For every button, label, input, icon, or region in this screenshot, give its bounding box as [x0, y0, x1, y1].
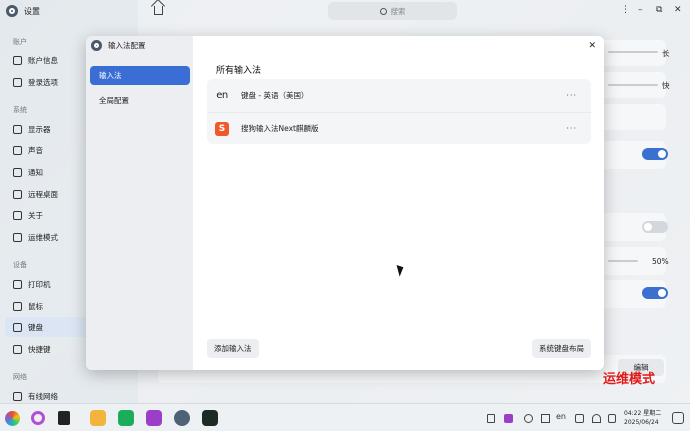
toggle-switch[interactable] — [642, 287, 668, 299]
repeat-delay-slider[interactable] — [608, 51, 658, 53]
sogou-icon: S — [215, 121, 229, 136]
toggle-switch[interactable] — [642, 148, 668, 160]
clipboard-icon[interactable] — [487, 414, 495, 423]
input-method-list: en 键盘 - 英语（美国） ··· S 搜狗输入法Next麒麟版 ··· — [207, 79, 591, 144]
printer-icon — [13, 279, 22, 289]
clock-time: 04:22 星期二 — [624, 410, 662, 417]
list-item-input-method[interactable]: en 键盘 - 英语（美国） ··· — [207, 79, 591, 111]
start-menu-icon[interactable] — [5, 411, 20, 426]
remote-desktop-icon — [13, 189, 22, 199]
toggle-switch[interactable] — [642, 221, 668, 233]
app-store-icon[interactable] — [118, 410, 134, 426]
repeat-rate-slider[interactable] — [608, 84, 658, 86]
sidebar-item-label: 快捷键 — [28, 344, 51, 354]
input-method-label: 搜狗输入法Next麒麟版 — [241, 124, 319, 133]
section-label-system: 系统 — [13, 106, 27, 114]
terminal-icon[interactable] — [202, 410, 218, 426]
app-title: 设置 — [24, 6, 40, 16]
sidebar-item-label: 远程桌面 — [28, 189, 58, 199]
dialog-nav-input-method[interactable]: 输入法 — [90, 66, 190, 85]
monitor-icon — [13, 124, 22, 134]
system-keyboard-layout-button[interactable]: 系统键盘布局 — [532, 339, 591, 358]
mouse-icon — [13, 301, 22, 311]
volume-icon[interactable] — [575, 414, 584, 423]
search-input[interactable]: 搜索 — [328, 2, 457, 20]
dialog-title: 输入法配置 — [91, 40, 146, 51]
minimize-icon[interactable]: – — [638, 5, 643, 15]
taskbar: en 04:22 星期二 2025/06/24 — [0, 403, 690, 431]
section-label-account: 账户 — [13, 38, 27, 46]
status-icon[interactable] — [524, 414, 533, 423]
key-icon — [13, 77, 22, 87]
battery-icon[interactable] — [608, 414, 616, 423]
user-icon — [13, 55, 22, 65]
sidebar-item-label: 通知 — [28, 167, 43, 177]
shortcut-icon — [13, 344, 22, 354]
input-method-label: 键盘 - 英语（美国） — [241, 90, 309, 100]
close-icon[interactable]: ✕ — [674, 5, 682, 15]
dialog-gear-icon — [91, 40, 102, 51]
dialog-nav-global-config[interactable]: 全局配置 — [90, 91, 190, 110]
dialog-title-text: 输入法配置 — [108, 41, 146, 50]
en-keyboard-icon: en — [215, 88, 229, 102]
input-method-config-dialog: 输入法配置 输入法 全局配置 ✕ 所有输入法 en 键盘 - 英语（美国） ··… — [86, 36, 604, 370]
sidebar-item-label: 登录选项 — [28, 77, 58, 87]
menu-icon[interactable]: ⋮ — [621, 5, 630, 15]
ethernet-icon — [13, 391, 22, 401]
sidebar-item-label: 有线网络 — [28, 391, 58, 401]
add-input-method-button[interactable]: 添加输入法 — [207, 339, 259, 358]
speaker-icon — [13, 145, 22, 155]
home-icon[interactable] — [154, 6, 163, 15]
restore-icon[interactable]: ⧉ — [656, 5, 662, 15]
clock-date: 2025/06/24 — [624, 419, 659, 426]
more-options-icon[interactable]: ··· — [566, 124, 577, 133]
dialog-close-icon[interactable]: ✕ — [588, 41, 596, 51]
app-header: 设置 — [6, 5, 40, 17]
clock[interactable]: 04:22 星期二 2025/06/24 — [624, 409, 661, 427]
sidebar-item-label: 显示器 — [28, 124, 51, 134]
bell-icon — [13, 167, 22, 177]
editor-icon[interactable] — [146, 410, 162, 426]
multitask-view-icon[interactable] — [58, 411, 70, 425]
maintenance-mode-watermark: 运维模式 — [603, 372, 656, 387]
info-icon — [13, 210, 22, 220]
network-tray-icon[interactable] — [541, 414, 550, 423]
notification-bell-icon[interactable] — [592, 414, 601, 423]
input-language-indicator[interactable]: en — [556, 412, 566, 421]
size-slider[interactable] — [608, 260, 638, 262]
sidebar-item-label: 打印机 — [28, 279, 51, 289]
slider-right-label: 长 — [662, 49, 670, 58]
list-item-input-method[interactable]: S 搜狗输入法Next麒麟版 ··· — [207, 112, 591, 144]
sidebar-item-label: 运维模式 — [28, 232, 58, 242]
sidebar-item-label: 键盘 — [28, 322, 43, 332]
kylin-tray-icon[interactable] — [504, 414, 513, 423]
settings-taskbar-icon[interactable] — [174, 410, 190, 426]
top-bar: 搜索 ⋮ – ⧉ ✕ — [138, 0, 690, 22]
sidebar-item-label: 鼠标 — [28, 301, 43, 311]
sidebar-item-label: 账户信息 — [28, 55, 58, 65]
slider-value: 50% — [652, 257, 669, 266]
sidebar-item-label: 声音 — [28, 145, 43, 155]
settings-gear-icon — [6, 5, 18, 17]
maintenance-icon — [13, 232, 22, 242]
notification-center-icon[interactable] — [672, 412, 684, 424]
slider-right-label: 快 — [662, 81, 670, 90]
dialog-heading: 所有输入法 — [216, 66, 262, 76]
search-icon[interactable] — [31, 411, 45, 425]
search-icon — [379, 7, 387, 15]
section-label-devices: 设备 — [13, 261, 27, 269]
dialog-sidebar: 输入法配置 输入法 全局配置 — [86, 36, 193, 370]
keyboard-icon — [13, 322, 22, 332]
file-manager-icon[interactable] — [90, 410, 106, 426]
search-placeholder: 搜索 — [390, 6, 406, 16]
sidebar-item-label: 关于 — [28, 210, 43, 220]
en-glyph: en — [216, 89, 228, 101]
section-label-network: 网络 — [13, 373, 27, 381]
more-options-icon[interactable]: ··· — [566, 91, 577, 100]
